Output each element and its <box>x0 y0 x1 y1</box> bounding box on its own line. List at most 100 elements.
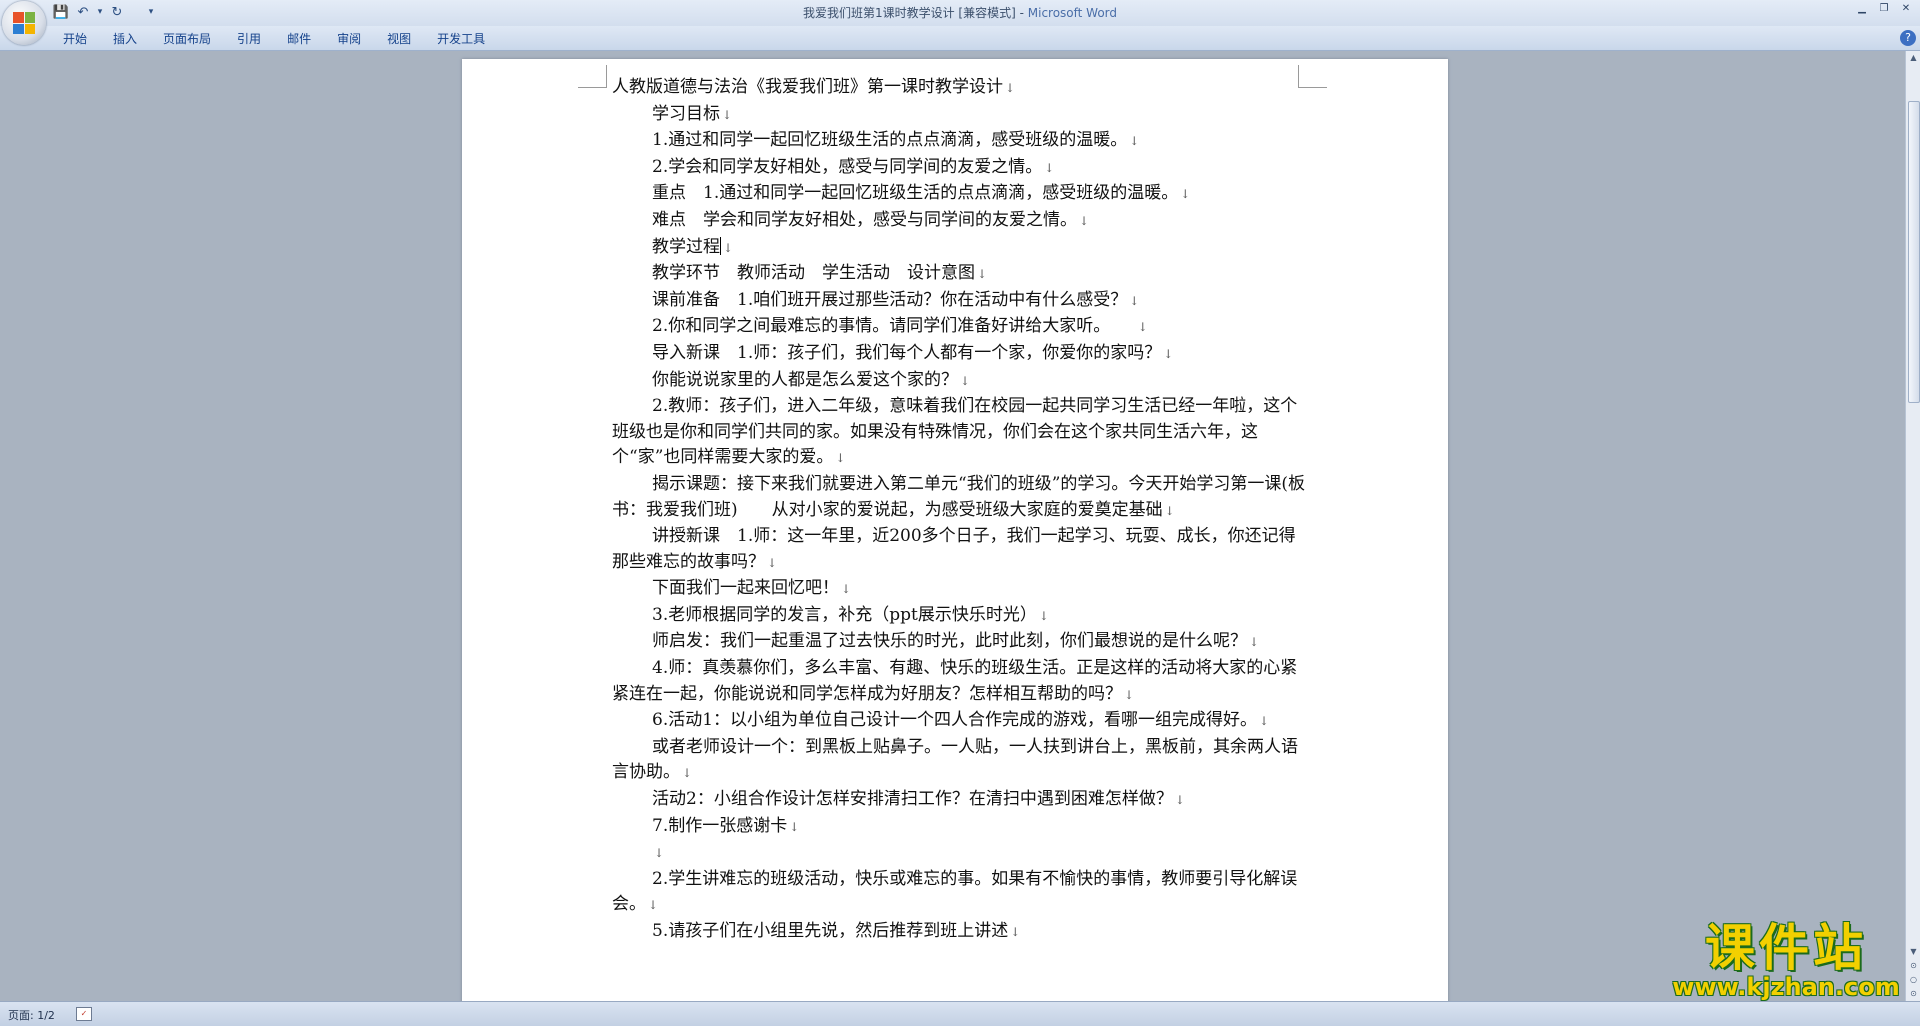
status-bar: 页面: 1/2 ✓ <box>0 1001 1920 1026</box>
paragraph-text: 难点 学会和同学友好相处，感受与同学间的友爱之情。 <box>652 209 1077 230</box>
paragraph-text: 揭示课题：接下来我们就要进入第二单元“我们的班级”的学习。今天开始学习第一课(板… <box>612 473 1306 520</box>
paragraph-mark-icon: ↓ <box>1174 793 1185 808</box>
title-bar: 💾 ↶ ▾ ↻ ▾ 我爱我们班第1课时教学设计 [兼容模式] - Microso… <box>0 0 1920 45</box>
paragraph-text: 4.师：真羡慕你们，多么丰富、有趣、快乐的班级生活。正是这样的活动将大家的心紧紧… <box>612 658 1298 704</box>
app-name: Microsoft Word <box>1027 6 1118 20</box>
help-icon[interactable]: ? <box>1900 30 1916 46</box>
paragraph-mark-icon: ↓ <box>1249 635 1260 650</box>
paragraph-text: 师启发：我们一起重温了过去快乐的时光，此时此刻，你们最想说的是什么呢？ <box>652 631 1247 652</box>
paragraph-mark-icon: ↓ <box>1010 925 1021 939</box>
paragraph-text: 2.学会和同学友好相处，感受与同学间的友爱之情。 <box>652 156 1043 177</box>
title-separator: - <box>1015 6 1028 20</box>
document-paragraph[interactable]: 6.活动1：以小组为单位自己设计一个四人合作完成的游戏，看哪一组完成得好。 ↓ <box>612 708 1312 735</box>
document-paragraph[interactable]: 揭示课题：接下来我们就要进入第二单元“我们的班级”的学习。今天开始学习第一课(板… <box>612 472 1312 524</box>
document-paragraph[interactable]: 难点 学会和同学友好相处，感受与同学间的友爱之情。 ↓ <box>612 208 1312 235</box>
tab-review[interactable]: 审阅 <box>324 30 374 48</box>
paragraph-mark-icon: ↓ <box>1079 213 1090 228</box>
paragraph-mark-icon: ↓ <box>841 582 852 597</box>
page-indicator[interactable]: 页面: 1/2 <box>8 1007 55 1023</box>
document-paragraph[interactable]: 教学过程 ↓ <box>612 235 1312 262</box>
window-controls: ▁ ❐ ✕ <box>1852 2 1916 16</box>
document-paragraph[interactable]: 1.通过和同学一起回忆班级生活的点点滴滴，感受班级的温暖。 ↓ <box>612 128 1312 155</box>
restore-icon[interactable]: ❐ <box>1874 2 1894 16</box>
select-browse-object-icon[interactable]: ○ <box>1906 973 1920 987</box>
document-paragraph[interactable]: 3.老师根据同学的发言，补充（ppt展示快乐时光） ↓ <box>612 603 1312 630</box>
tab-developer[interactable]: 开发工具 <box>424 30 498 48</box>
tab-mailings[interactable]: 邮件 <box>274 30 324 48</box>
document-paragraph[interactable]: 2.学生讲难忘的班级活动，快乐或难忘的事。如果有不愉快的事情，教师要引导化解误会… <box>612 867 1312 919</box>
document-paragraph[interactable]: ↓ <box>612 840 1312 867</box>
paragraph-text: 5.请孩子们在小组里先说，然后推荐到班上讲述 <box>652 921 1009 941</box>
document-paragraph[interactable]: 导入新课 1.师：孩子们，我们每个人都有一个家，你爱你的家吗？ ↓ <box>612 341 1312 368</box>
document-paragraph[interactable]: 人教版道德与法治《我爱我们班》第一课时教学设计 ↓ <box>612 75 1312 102</box>
tab-view[interactable]: 视图 <box>374 30 424 48</box>
tab-references[interactable]: 引用 <box>224 30 274 48</box>
scroll-thumb[interactable] <box>1908 101 1920 403</box>
tab-home[interactable]: 开始 <box>50 30 100 48</box>
tab-page-layout[interactable]: 页面布局 <box>150 30 224 48</box>
document-paragraph[interactable]: 重点 1.通过和同学一起回忆班级生活的点点滴滴，感受班级的温暖。 ↓ <box>612 181 1312 208</box>
document-paragraph[interactable]: 5.请孩子们在小组里先说，然后推荐到班上讲述 ↓ <box>612 919 1312 946</box>
ribbon-tabs: 开始 插入 页面布局 引用 邮件 审阅 视图 开发工具 <box>50 30 498 48</box>
document-paragraph[interactable]: 2.教师：孩子们，进入二年级，意味着我们在校园一起共同学习生活已经一年啦，这个班… <box>612 394 1312 472</box>
paragraph-text: 3.老师根据同学的发言，补充（ppt展示快乐时光） <box>652 604 1037 625</box>
scroll-down-icon[interactable]: ▼ <box>1906 945 1920 959</box>
document-paragraph[interactable]: 学习目标 ↓ <box>612 102 1312 129</box>
watermark-cn: 课件站 <box>1705 919 1867 977</box>
document-page[interactable]: 人教版道德与法治《我爱我们班》第一课时教学设计 ↓ 学习目标 ↓ 1.通过和同学一起回忆… <box>462 59 1448 1001</box>
next-page-icon[interactable]: ⊙ <box>1906 987 1920 1001</box>
paragraph-mark-icon: ↓ <box>1163 346 1174 361</box>
paragraph-text: 学习目标 <box>652 103 720 124</box>
window-title: 我爱我们班第1课时教学设计 [兼容模式] - Microsoft Word <box>0 4 1920 21</box>
paragraph-mark-icon: ↓ <box>835 451 846 466</box>
document-paragraph[interactable]: 活动2：小组合作设计怎样安排清扫工作？在清扫中遇到困难怎样做？ ↓ <box>612 787 1312 814</box>
document-paragraph[interactable]: 教学环节 教师活动 学生活动 设计意图 ↓ <box>612 261 1312 288</box>
document-body[interactable]: 人教版道德与法治《我爱我们班》第一课时教学设计 ↓ 学习目标 ↓ 1.通过和同学一起回忆… <box>612 75 1312 946</box>
paragraph-text: 2.教师：孩子们，进入二年级，意味着我们在校园一起共同学习生活已经一年啦，这个班… <box>612 396 1298 468</box>
paragraph-text: 下面我们一起来回忆吧！ <box>652 578 839 599</box>
document-paragraph[interactable]: 2.你和同学之间最难忘的事情。请同学们准备好讲给大家听。 ↓ <box>612 314 1312 341</box>
scroll-bottom-group: ▼ ⊙ ○ ⊙ <box>1906 945 1920 1001</box>
paragraph-mark-icon: ↓ <box>1005 81 1016 95</box>
scroll-up-icon[interactable]: ▲ <box>1906 51 1920 65</box>
paragraph-mark-icon: ↓ <box>1044 160 1055 175</box>
minimize-icon[interactable]: ▁ <box>1852 2 1872 16</box>
paragraph-mark-icon: ↓ <box>767 555 778 570</box>
document-paragraph[interactable]: 师启发：我们一起重温了过去快乐的时光，此时此刻，你们最想说的是什么呢？ ↓ <box>612 629 1312 656</box>
paragraph-mark-icon: ↓ <box>682 766 693 781</box>
paragraph-text: 活动2：小组合作设计怎样安排清扫工作？在清扫中遇到困难怎样做？ <box>652 789 1173 810</box>
paragraph-text: 教学环节 教师活动 学生活动 设计意图 <box>652 263 975 284</box>
document-paragraph[interactable]: 课前准备 1.咱们班开展过那些活动？你在活动中有什么感受？ ↓ <box>612 288 1312 315</box>
paragraph-mark-icon: ↓ <box>1124 687 1135 702</box>
document-paragraph[interactable]: 或者老师设计一个：到黑板上贴鼻子。一人贴，一人扶到讲台上，黑板前，其余两人语言协… <box>612 735 1312 787</box>
paragraph-text: 6.活动1：以小组为单位自己设计一个四人合作完成的游戏，看哪一组完成得好。 <box>652 710 1258 731</box>
paragraph-text: 2.学生讲难忘的班级活动，快乐或难忘的事。如果有不愉快的事情，教师要引导化解误会… <box>612 868 1298 915</box>
document-paragraph[interactable]: 2.学会和同学友好相处，感受与同学间的友爱之情。 ↓ <box>612 155 1312 182</box>
tab-insert[interactable]: 插入 <box>100 30 150 48</box>
paragraph-mark-icon: ↓ <box>1164 503 1175 518</box>
document-paragraph[interactable]: 你能说说家里的人都是怎么爱这个家的？ ↓ <box>612 368 1312 395</box>
close-icon[interactable]: ✕ <box>1896 2 1916 16</box>
paragraph-text: 你能说说家里的人都是怎么爱这个家的？ <box>652 369 958 390</box>
document-paragraph[interactable]: 4.师：真羡慕你们，多么丰富、有趣、快乐的班级生活。正是这样的活动将大家的心紧紧… <box>612 656 1312 708</box>
text-cursor <box>720 236 721 255</box>
document-paragraph[interactable]: 讲授新课 1.师：这一年里，近200多个日子，我们一起学习、玩耍、成长，你还记得… <box>612 524 1312 576</box>
paragraph-mark-icon: ↓ <box>1038 608 1049 623</box>
paragraph-mark-icon: ↓ <box>654 846 665 861</box>
document-workspace: 人教版道德与法治《我爱我们班》第一课时教学设计 ↓ 学习目标 ↓ 1.通过和同学一起回忆… <box>0 51 1905 1001</box>
paragraph-text: 2.你和同学之间最难忘的事情。请同学们准备好讲给大家听。 <box>652 316 1136 337</box>
paragraph-mark-icon: ↓ <box>1129 293 1140 308</box>
previous-page-icon[interactable]: ⊙ <box>1906 959 1920 973</box>
document-paragraph[interactable]: 下面我们一起来回忆吧！ ↓ <box>612 576 1312 603</box>
office-button[interactable] <box>2 1 46 45</box>
paragraph-mark-icon: ↓ <box>1137 320 1148 335</box>
vertical-scrollbar[interactable]: ▲ ▼ ⊙ ○ ⊙ <box>1905 51 1920 1001</box>
paragraph-mark-icon: ↓ <box>789 819 800 834</box>
proofing-icon[interactable]: ✓ <box>76 1007 92 1021</box>
paragraph-text: 教学过程 <box>652 236 720 257</box>
watermark-url: www.kjzhan.com <box>1672 973 1900 1001</box>
paragraph-text: 导入新课 1.师：孩子们，我们每个人都有一个家，你爱你的家吗？ <box>652 342 1162 363</box>
paragraph-mark-icon: ↓ <box>1180 187 1191 202</box>
document-paragraph[interactable]: 7.制作一张感谢卡 ↓ <box>612 814 1312 841</box>
paragraph-text: 讲授新课 1.师：这一年里，近200多个日子，我们一起学习、玩耍、成长，你还记得… <box>612 526 1296 572</box>
